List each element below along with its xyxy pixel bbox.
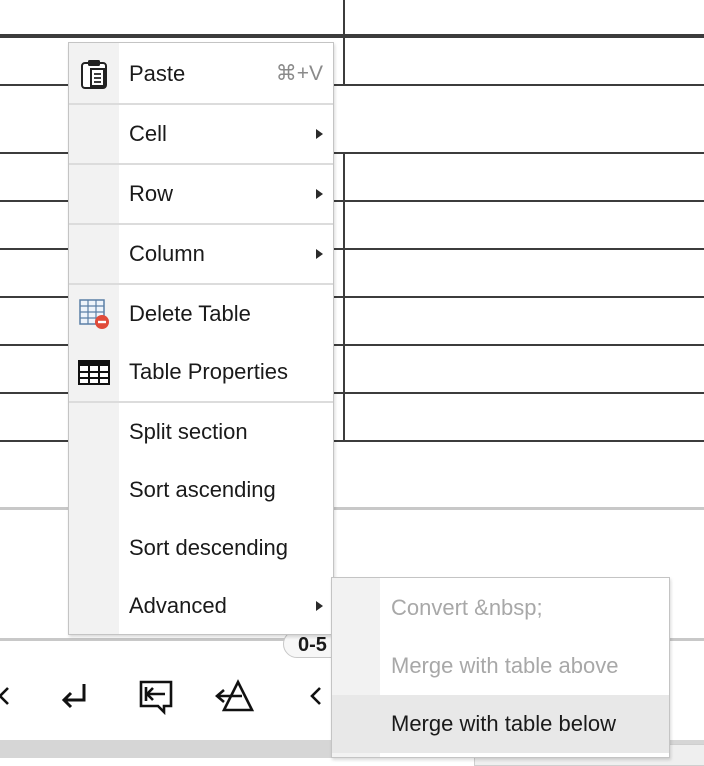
- delete-table-icon: [78, 298, 110, 330]
- shortcut-label: ⌘+V: [275, 62, 323, 85]
- menu-item-cell[interactable]: Cell: [69, 105, 333, 163]
- menu-item-table-properties[interactable]: Table Properties: [69, 343, 333, 401]
- submenu-arrow-icon: [316, 189, 323, 199]
- menu-item-label: Row: [129, 181, 174, 206]
- menu-item-label: Sort ascending: [129, 477, 276, 502]
- submenu-arrow-icon: [316, 249, 323, 259]
- menu-item-column[interactable]: Column: [69, 225, 333, 283]
- enter-icon[interactable]: [50, 672, 98, 720]
- menu-item-advanced[interactable]: Advanced: [69, 577, 333, 635]
- table-grid-icon: [78, 356, 110, 388]
- menu-item-sort-descending[interactable]: Sort descending: [69, 519, 333, 577]
- context-menu: Paste ⌘+V Cell Row Column Delete Table T…: [68, 42, 334, 635]
- submenu-item-label: Merge with table above: [391, 653, 619, 678]
- menu-item-delete-table[interactable]: Delete Table: [69, 285, 333, 343]
- advanced-submenu: Convert &nbsp; Merge with table above Me…: [331, 577, 670, 758]
- clear-format-icon[interactable]: [210, 672, 258, 720]
- chevron-left-icon[interactable]: [0, 672, 28, 720]
- table-row: [0, 0, 704, 36]
- menu-item-label: Table Properties: [129, 359, 288, 384]
- submenu-item-merge-below[interactable]: Merge with table below: [332, 695, 669, 753]
- menu-item-label: Column: [129, 241, 205, 266]
- submenu-arrow-icon: [316, 129, 323, 139]
- menu-item-label: Split section: [129, 419, 248, 444]
- menu-item-label: Advanced: [129, 593, 227, 618]
- menu-item-paste[interactable]: Paste ⌘+V: [69, 45, 333, 103]
- submenu-item-convert-nbsp[interactable]: Convert &nbsp;: [332, 579, 669, 637]
- clipboard-icon: [78, 58, 110, 90]
- menu-item-split-section[interactable]: Split section: [69, 403, 333, 461]
- submenu-item-label: Merge with table below: [391, 711, 617, 736]
- menu-item-label: Delete Table: [129, 301, 251, 326]
- submenu-arrow-icon: [316, 601, 323, 611]
- submenu-item-label: Convert &nbsp;: [391, 595, 543, 620]
- menu-item-sort-ascending[interactable]: Sort ascending: [69, 461, 333, 519]
- menu-item-label: Sort descending: [129, 535, 288, 560]
- menu-item-label: Cell: [129, 121, 167, 146]
- submenu-item-merge-above[interactable]: Merge with table above: [332, 637, 669, 695]
- menu-item-label: Paste: [129, 61, 186, 86]
- exit-box-icon[interactable]: [132, 672, 180, 720]
- menu-item-row[interactable]: Row: [69, 165, 333, 223]
